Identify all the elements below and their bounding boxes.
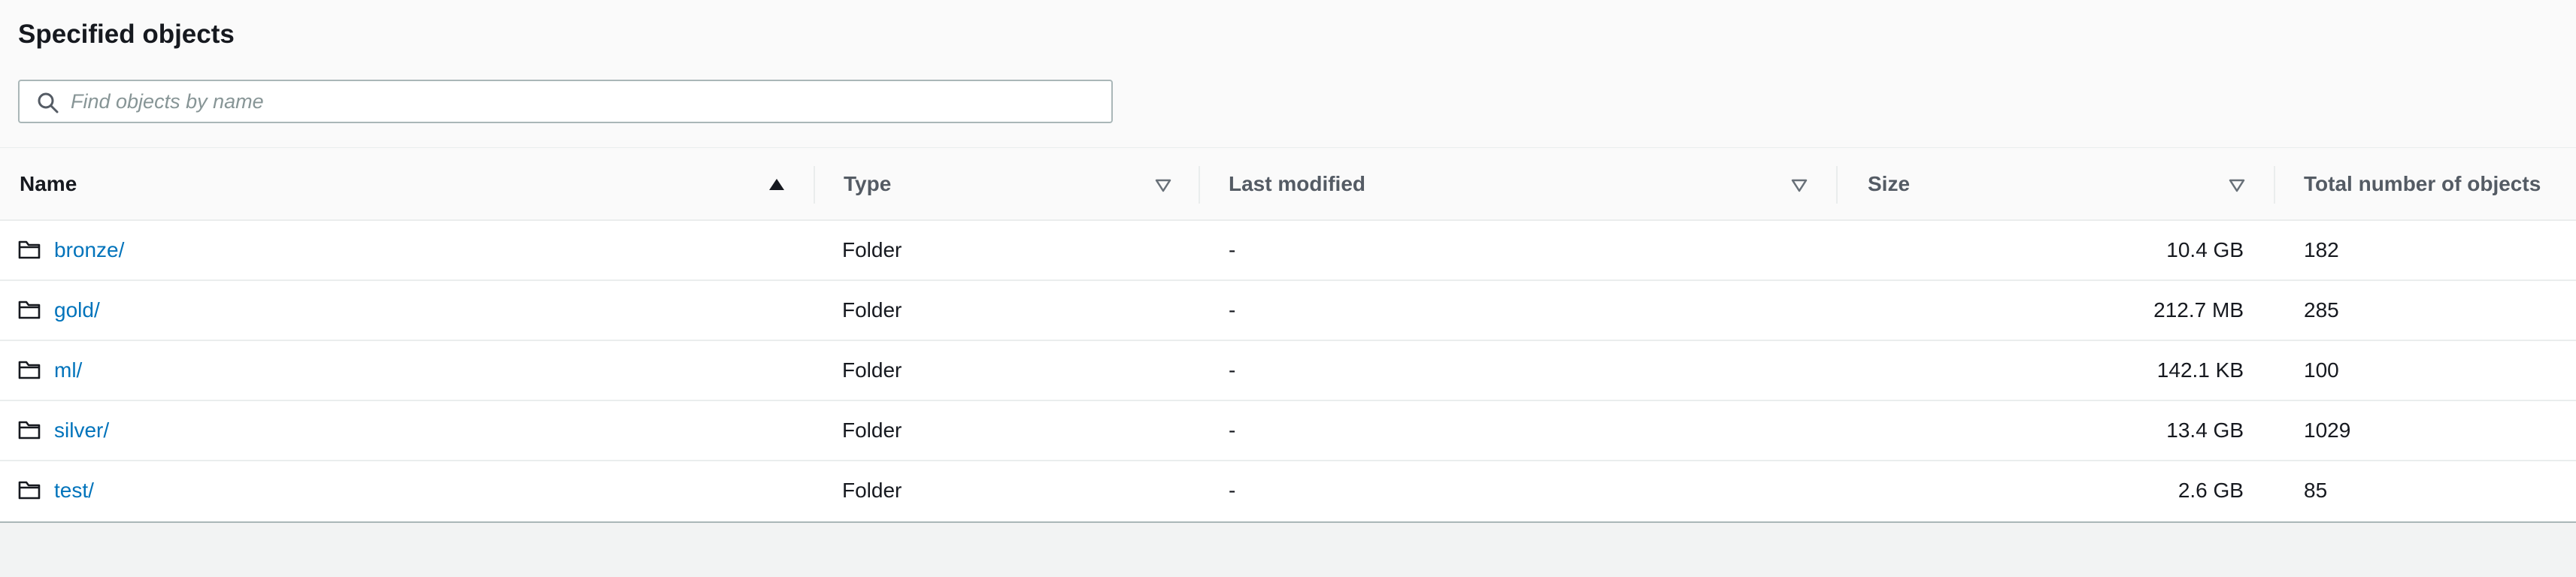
object-type: Folder xyxy=(842,418,902,442)
table-row[interactable]: gold/ Folder - 212.7 MB 285 xyxy=(0,281,2576,341)
folder-icon xyxy=(18,361,41,379)
object-total-count: 182 xyxy=(2304,238,2339,261)
column-header-total-objects[interactable]: Total number of objects xyxy=(2275,148,2576,220)
folder-icon xyxy=(18,301,41,319)
folder-icon xyxy=(18,481,41,500)
object-last-modified: - xyxy=(1229,238,1236,261)
column-header-name[interactable]: Name xyxy=(0,148,815,220)
object-type: Folder xyxy=(842,238,902,261)
object-name-link[interactable]: ml/ xyxy=(54,341,82,400)
column-header-label: Total number of objects xyxy=(2304,172,2541,195)
table-body: bronze/ Folder - 10.4 GB 182 gold/ Folde… xyxy=(0,221,2576,521)
sort-descending-outline-icon[interactable] xyxy=(1790,175,1809,195)
object-last-modified: - xyxy=(1229,298,1236,322)
object-total-count: 285 xyxy=(2304,298,2339,322)
column-header-label: Name xyxy=(20,172,77,195)
table-row[interactable]: ml/ Folder - 142.1 KB 100 xyxy=(0,341,2576,401)
table-header-row: Name Type Last modified Size Total numbe… xyxy=(0,147,2576,221)
sort-descending-outline-icon[interactable] xyxy=(2227,175,2247,195)
search-input[interactable] xyxy=(71,84,1093,119)
object-last-modified: - xyxy=(1229,358,1236,382)
page-background xyxy=(0,523,2576,577)
object-size: 212.7 MB xyxy=(2153,298,2244,322)
search-box[interactable] xyxy=(18,80,1113,123)
table-row[interactable]: silver/ Folder - 13.4 GB 1029 xyxy=(0,401,2576,461)
specified-objects-panel: Specified objects Name Type Last modifie… xyxy=(0,0,2576,523)
object-size: 142.1 KB xyxy=(2156,358,2244,382)
table-row[interactable]: test/ Folder - 2.6 GB 85 xyxy=(0,461,2576,521)
object-size: 10.4 GB xyxy=(2166,238,2244,261)
object-total-count: 100 xyxy=(2304,358,2339,382)
object-type: Folder xyxy=(842,479,902,502)
object-last-modified: - xyxy=(1229,479,1236,502)
object-last-modified: - xyxy=(1229,418,1236,442)
object-type: Folder xyxy=(842,358,902,382)
column-header-size[interactable]: Size xyxy=(1838,148,2275,220)
panel-header: Specified objects xyxy=(0,0,2576,147)
column-header-last-modified[interactable]: Last modified xyxy=(1200,148,1838,220)
column-header-type[interactable]: Type xyxy=(815,148,1200,220)
sort-ascending-icon[interactable] xyxy=(767,175,786,195)
column-header-label: Last modified xyxy=(1229,172,1366,195)
object-name-link[interactable]: gold/ xyxy=(54,281,100,340)
object-size: 2.6 GB xyxy=(2177,479,2244,502)
column-header-label: Type xyxy=(844,172,892,195)
folder-icon xyxy=(18,421,41,440)
object-total-count: 1029 xyxy=(2304,418,2351,442)
object-name-link[interactable]: bronze/ xyxy=(54,221,124,279)
object-total-count: 85 xyxy=(2304,479,2328,502)
column-header-label: Size xyxy=(1868,172,1911,195)
sort-descending-outline-icon[interactable] xyxy=(1153,175,1173,195)
object-name-link[interactable]: silver/ xyxy=(54,401,109,460)
object-name-link[interactable]: test/ xyxy=(54,461,94,520)
search-icon xyxy=(38,92,59,113)
object-size: 13.4 GB xyxy=(2166,418,2244,442)
folder-icon xyxy=(18,240,41,259)
object-type: Folder xyxy=(842,298,902,322)
table-row[interactable]: bronze/ Folder - 10.4 GB 182 xyxy=(0,221,2576,281)
panel-title: Specified objects xyxy=(18,20,235,49)
